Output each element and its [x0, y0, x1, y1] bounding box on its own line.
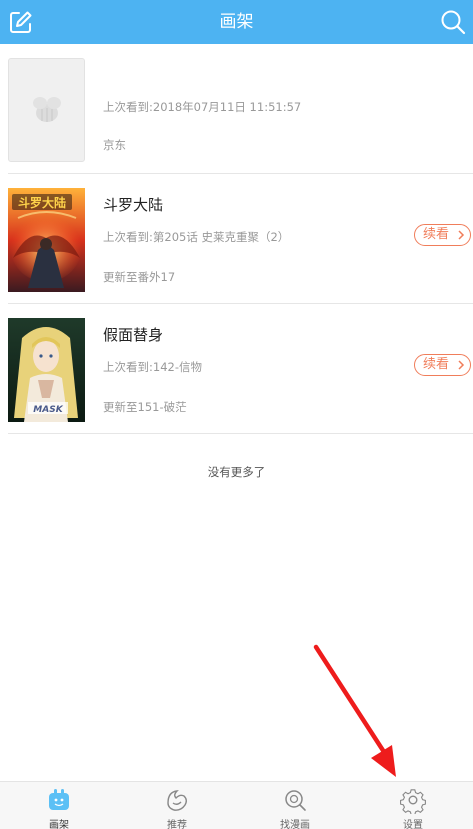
last-read: 上次看到:2018年07月11日 11:51:57 — [103, 100, 302, 114]
continue-label: 续看 — [423, 227, 450, 242]
last-read: 上次看到:第205话 史莱克重聚（2） — [103, 230, 290, 244]
book-item-douluo[interactable]: 斗罗大陆 斗罗大陆 上次看到:第205话 史莱克重聚（2） 更新至番外17 续看 — [0, 174, 473, 304]
update-status: 更新至番外17 — [103, 270, 176, 284]
settings-icon — [400, 789, 426, 814]
find-comic-icon — [285, 790, 306, 811]
tab-recommend[interactable]: 推荐 — [118, 782, 236, 829]
recommend-icon — [167, 790, 187, 811]
continue-label: 续看 — [423, 357, 450, 372]
book-item-mask[interactable]: MASK 假面替身 上次看到:142-信物 更新至151-破茫 续看 — [0, 304, 473, 434]
chevron-right-icon — [458, 360, 465, 370]
tab-label: 画架 — [49, 820, 69, 829]
divider — [8, 433, 473, 434]
tab-label: 找漫画 — [280, 820, 310, 829]
search-icon[interactable] — [439, 8, 467, 36]
placeholder-bee-icon — [33, 97, 61, 122]
chevron-right-icon — [458, 230, 465, 240]
svg-text:MASK: MASK — [33, 405, 63, 415]
bottom-tab-bar: 画架 推荐 找漫画 设置 — [0, 781, 473, 829]
continue-reading-button[interactable]: 续看 — [414, 224, 471, 246]
top-bar: 画架 — [0, 0, 473, 44]
tab-bookshelf[interactable]: 画架 — [0, 782, 118, 829]
bookshelf-list: 上次看到:2018年07月11日 11:51:57 京东 斗罗大陆 斗罗大陆 上… — [0, 44, 473, 434]
book-cover-placeholder[interactable] — [8, 58, 85, 162]
update-status: 更新至151-破茫 — [103, 400, 187, 414]
update-status: 京东 — [103, 138, 126, 152]
book-item-jd[interactable]: 上次看到:2018年07月11日 11:51:57 京东 — [0, 44, 473, 174]
book-title: 假面替身 — [103, 326, 164, 344]
tab-find-comic[interactable]: 找漫画 — [236, 782, 354, 829]
bookshelf-icon — [49, 789, 69, 810]
no-more-label: 没有更多了 — [207, 465, 266, 479]
page-title: 画架 — [219, 12, 254, 32]
book-cover-douluo[interactable]: 斗罗大陆 — [8, 188, 85, 292]
book-title: 斗罗大陆 — [103, 196, 164, 214]
tab-label: 设置 — [403, 820, 423, 829]
tab-settings[interactable]: 设置 — [354, 782, 472, 829]
continue-reading-button[interactable]: 续看 — [414, 354, 471, 376]
last-read: 上次看到:142-信物 — [103, 360, 202, 374]
book-cover-mask[interactable]: MASK — [8, 318, 85, 422]
svg-text:斗罗大陆: 斗罗大陆 — [18, 195, 66, 210]
tab-label: 推荐 — [167, 820, 187, 829]
